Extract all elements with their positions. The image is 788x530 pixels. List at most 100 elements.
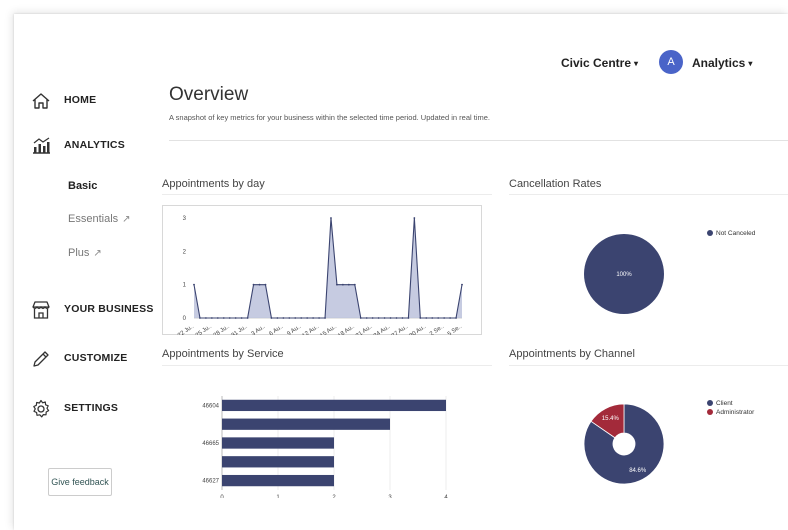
legend-item: Not Canceled: [707, 230, 755, 237]
legend-swatch: [707, 400, 713, 406]
legend-swatch: [707, 409, 713, 415]
slice-label: 84.6%: [629, 468, 647, 474]
slice-label: 100%: [616, 272, 632, 278]
sidebar-item-your-business[interactable]: YOUR BUSINESS: [14, 297, 164, 323]
x-tick-label: 3: [388, 495, 392, 498]
home-icon: [32, 93, 50, 109]
x-tick-label: 25 Ju..: [195, 324, 213, 335]
data-point: [383, 317, 386, 319]
bar: [222, 399, 446, 412]
sidebar-subitem-label: Plus: [68, 247, 90, 259]
sidebar-subitem-plus[interactable]: Plus ↗: [68, 247, 102, 259]
external-link-icon: ↗: [93, 248, 102, 259]
x-tick-label: 2 Se..: [429, 324, 446, 335]
data-point: [312, 317, 315, 319]
data-point: [252, 283, 255, 286]
x-tick-label: 31 Ju..: [231, 324, 249, 335]
account-menu[interactable]: Analytics ▾: [692, 56, 752, 70]
data-point: [222, 317, 225, 319]
x-tick-label: 24 Au..: [373, 324, 392, 335]
sidebar-item-label: SETTINGS: [64, 402, 119, 414]
analytics-icon: [33, 137, 50, 154]
bar: [222, 437, 334, 449]
x-tick-label: 0: [220, 495, 224, 498]
appointments-by-channel-chart: 84.6% 15.4%: [583, 403, 665, 485]
bar: [222, 456, 334, 468]
x-tick-label: 21 Au..: [355, 324, 374, 335]
legend-swatch: [707, 230, 713, 236]
app-window: Civic Centre ▾ A Analytics ▾ HOME ANALYTIC…: [14, 14, 788, 530]
data-point: [371, 317, 374, 319]
chart-legend: Client Administrator: [707, 400, 754, 416]
data-point: [288, 317, 291, 319]
divider: [509, 194, 788, 195]
data-point: [443, 317, 446, 319]
data-point: [353, 283, 356, 286]
y-tick-label: 46665: [202, 441, 219, 447]
sidebar-subitem-essentials[interactable]: Essentials ↗: [68, 213, 131, 225]
data-point: [341, 283, 344, 286]
x-tick-label: 2: [332, 495, 336, 498]
data-point: [359, 317, 362, 319]
avatar[interactable]: A: [659, 50, 683, 74]
data-point: [365, 317, 368, 319]
y-tick-label: 46627: [202, 479, 219, 485]
sidebar-item-analytics[interactable]: ANALYTICS: [14, 133, 164, 159]
data-point: [228, 317, 231, 319]
data-point: [210, 317, 213, 319]
x-tick-label: 1: [276, 495, 280, 498]
data-point: [318, 317, 320, 319]
data-point: [401, 317, 404, 319]
divider: [169, 140, 788, 141]
x-tick-label: 22 Ju..: [177, 324, 195, 335]
data-point: [300, 317, 303, 319]
sidebar-item-customize[interactable]: CUSTOMIZE: [14, 346, 164, 372]
chevron-down-icon: ▾: [634, 59, 639, 68]
legend-label: Not Canceled: [716, 230, 756, 237]
sidebar-item-label: ANALYTICS: [64, 139, 125, 151]
data-point: [216, 317, 219, 319]
cancellation-rates-chart: 100%: [584, 234, 664, 314]
data-point: [205, 317, 207, 319]
data-point: [324, 317, 326, 319]
chevron-down-icon: ▾: [748, 59, 753, 68]
sidebar-item-label: HOME: [64, 94, 97, 106]
data-point: [413, 217, 416, 219]
page-title: Overview: [169, 84, 249, 105]
sidebar-subitem-label: Essentials: [68, 213, 119, 225]
give-feedback-button[interactable]: Give feedback: [48, 468, 112, 496]
data-point: [461, 283, 463, 286]
x-tick-label: 9 Au..: [286, 324, 302, 335]
data-point: [431, 317, 434, 319]
org-switcher[interactable]: Civic Centre ▾: [561, 56, 638, 70]
data-point: [437, 317, 440, 319]
sidebar-item-settings[interactable]: SETTINGS: [14, 396, 164, 422]
x-tick-label: 18 Au..: [337, 324, 356, 335]
data-point: [425, 317, 428, 319]
top-bar: Civic Centre ▾ A Analytics ▾: [14, 50, 788, 78]
x-tick-label: 12 Au..: [301, 324, 320, 335]
data-point: [294, 317, 297, 319]
pencil-icon: [33, 351, 49, 367]
data-point: [246, 317, 249, 319]
slice-label: 15.4%: [602, 416, 620, 422]
x-tick-label: 30 Au..: [409, 324, 428, 335]
data-point: [199, 317, 201, 319]
sidebar-subitem-basic[interactable]: Basic: [68, 180, 97, 192]
store-icon: [32, 301, 50, 319]
x-tick-label: 27 Au..: [391, 324, 410, 335]
divider: [509, 365, 788, 366]
y-tick-label: 46604: [202, 403, 219, 409]
sidebar-subitem-label: Basic: [68, 180, 98, 192]
data-point: [407, 317, 410, 319]
data-point: [347, 283, 350, 286]
data-point: [377, 317, 380, 319]
data-point: [234, 317, 237, 319]
data-point: [330, 217, 332, 219]
sidebar-item-home[interactable]: HOME: [14, 88, 164, 114]
appointments-by-day-chart: 0 1 2 3 22 Ju.. 25 Ju.. 28 Ju.. 31 Ju.. 3 Au.. 6 …: [162, 205, 482, 335]
data-point: [306, 317, 309, 319]
bar: [222, 474, 334, 487]
chart-legend: Not Canceled: [707, 230, 755, 237]
data-point: [193, 283, 195, 286]
